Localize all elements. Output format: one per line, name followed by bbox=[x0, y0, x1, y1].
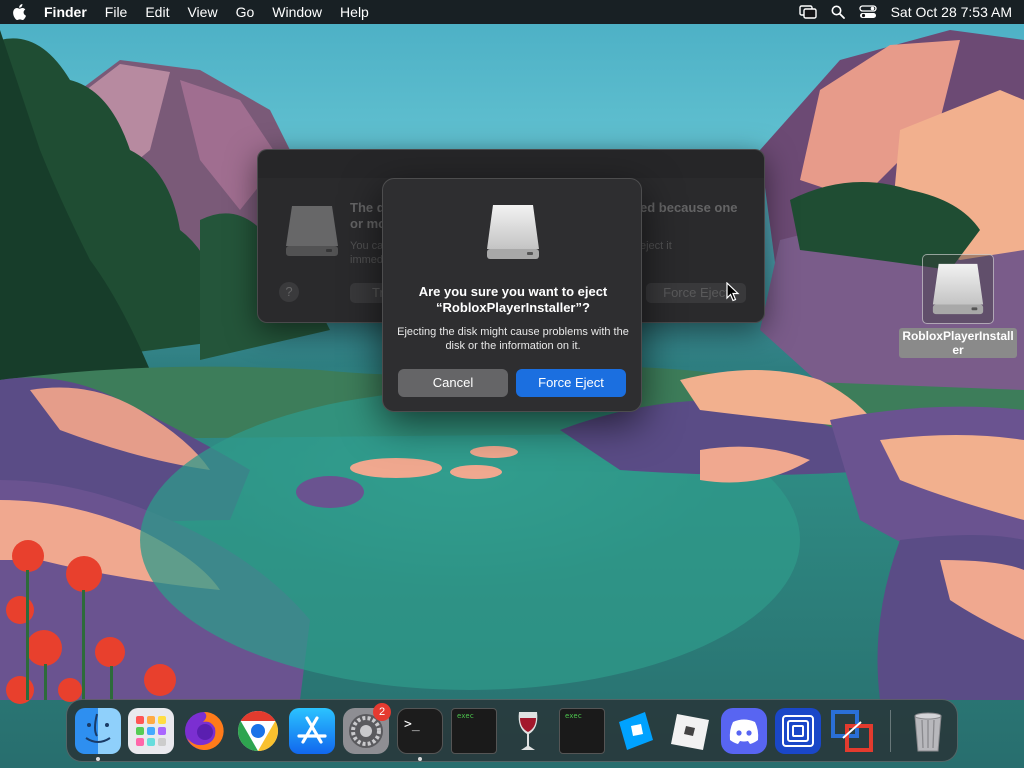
apple-icon bbox=[13, 4, 26, 20]
menu-go[interactable]: Go bbox=[227, 4, 264, 20]
dock-separator bbox=[890, 710, 891, 752]
external-disk-icon bbox=[483, 201, 543, 268]
alert-title: Are you sure you want to eject “RobloxPl… bbox=[418, 284, 608, 315]
dock-parallels-icon[interactable] bbox=[829, 708, 875, 754]
dock-finder-icon[interactable] bbox=[75, 708, 121, 754]
dock-running-indicator bbox=[418, 757, 422, 761]
desktop-disk-item[interactable]: RobloxPlayerInstaller bbox=[896, 254, 1020, 359]
dock-roblox-studio-icon[interactable] bbox=[613, 708, 659, 754]
desktop-disk-icon[interactable] bbox=[922, 254, 994, 324]
dock: 2 >_ exec exec bbox=[66, 699, 958, 762]
dock-chrome-icon[interactable] bbox=[235, 708, 281, 754]
mouse-cursor-icon bbox=[726, 281, 740, 307]
cancel-button[interactable]: Cancel bbox=[398, 369, 508, 397]
apple-menu[interactable] bbox=[0, 3, 40, 21]
menu-window[interactable]: Window bbox=[263, 4, 331, 20]
control-center-icon[interactable] bbox=[858, 5, 877, 19]
dock-running-indicator bbox=[96, 757, 100, 761]
alert-message: Ejecting the disk might cause problems w… bbox=[397, 326, 629, 352]
force-eject-button[interactable]: Force Eject bbox=[516, 369, 626, 397]
dock-app-store-icon[interactable] bbox=[289, 708, 335, 754]
menu-edit[interactable]: Edit bbox=[136, 4, 178, 20]
dock-discord-icon[interactable] bbox=[721, 708, 767, 754]
dock-virtualbuddy-icon[interactable] bbox=[775, 708, 821, 754]
menu-app-name[interactable]: Finder bbox=[40, 4, 96, 20]
menu-bar-clock[interactable]: Sat Oct 28 7:53 AM bbox=[891, 4, 1012, 20]
menu-view[interactable]: View bbox=[178, 4, 226, 20]
dock-firefox-icon[interactable] bbox=[181, 708, 227, 754]
menu-file[interactable]: File bbox=[96, 4, 137, 20]
spotlight-search-icon[interactable] bbox=[831, 5, 845, 19]
dock-terminal-icon[interactable]: >_ bbox=[397, 708, 443, 754]
menu-help[interactable]: Help bbox=[331, 4, 378, 20]
desktop-disk-label: RobloxPlayerInstaller bbox=[899, 328, 1017, 358]
dock-launchpad-icon[interactable] bbox=[128, 708, 174, 754]
dock-roblox-icon[interactable] bbox=[667, 708, 713, 754]
screen-mirroring-icon[interactable] bbox=[798, 5, 817, 19]
notification-badge: 2 bbox=[373, 703, 391, 721]
dock-exec-icon[interactable]: exec bbox=[451, 708, 497, 754]
dock-wine-icon[interactable] bbox=[505, 708, 551, 754]
menu-bar: Finder File Edit View Go Window Help Sat… bbox=[0, 0, 1024, 24]
eject-confirmation-alert: Are you sure you want to eject “RobloxPl… bbox=[382, 178, 642, 412]
dock-exec-icon-2[interactable]: exec bbox=[559, 708, 605, 754]
dock-trash-icon[interactable] bbox=[905, 708, 951, 754]
